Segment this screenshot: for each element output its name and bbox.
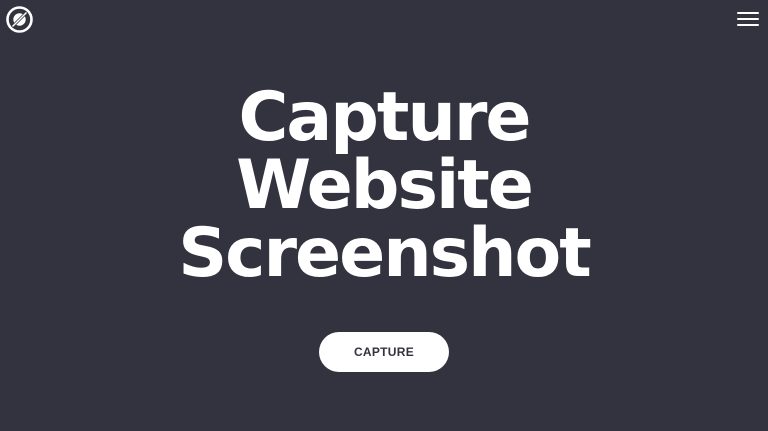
hero-title-line-1: Capture [238,78,531,157]
logo-link[interactable] [6,6,33,33]
menu-button[interactable] [737,10,759,28]
hero-title: Capture Website Screenshot [0,84,768,288]
capture-button[interactable]: CAPTURE [319,332,449,372]
hero-title-line-2: Website [236,146,534,225]
cta-area: CAPTURE [0,332,768,372]
slashed-circle-logo-icon [6,6,33,33]
hero-title-line-3: Screenshot [178,214,592,293]
top-bar [0,0,768,40]
